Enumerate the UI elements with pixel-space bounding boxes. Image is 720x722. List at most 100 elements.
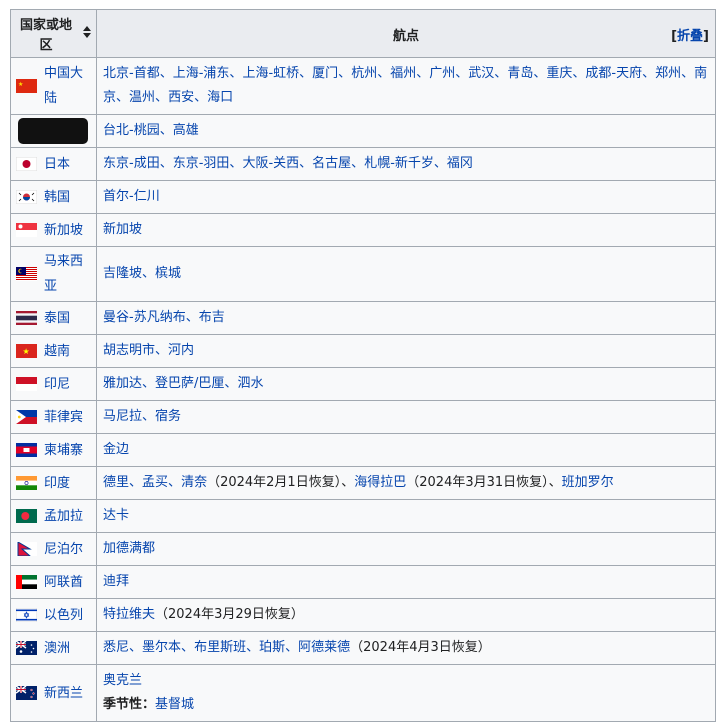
destination-link[interactable]: 迪拜 <box>103 574 129 589</box>
collapse-link[interactable]: 折叠 <box>677 29 703 44</box>
destination-link[interactable]: 武汉 <box>468 66 494 81</box>
destination-link[interactable]: 名古屋 <box>312 156 351 171</box>
country-link[interactable]: 澳洲 <box>44 636 70 661</box>
destination-link[interactable]: 达卡 <box>103 508 129 523</box>
country-cell <box>10 114 97 148</box>
country-cell: 尼泊尔 <box>10 532 97 566</box>
separator: 、 <box>229 156 243 171</box>
country-cell: 印尼 <box>10 367 97 401</box>
destination-link[interactable]: 河内 <box>168 343 194 358</box>
separator: 、 <box>168 475 182 490</box>
table-row: 新西兰 奥克兰 季节性：基督城 <box>10 664 716 722</box>
destination-link[interactable]: 孟买 <box>142 475 168 490</box>
destination-link[interactable]: 加德满都 <box>103 541 155 556</box>
destination-link[interactable]: 福州 <box>390 66 416 81</box>
table-row: 台北-桃园、高雄 <box>10 114 716 148</box>
country-link[interactable]: 泰国 <box>44 306 70 331</box>
destination-link[interactable]: 胡志明市 <box>103 343 155 358</box>
country-link[interactable]: 新西兰 <box>44 681 83 706</box>
destination-link[interactable]: 重庆 <box>546 66 572 81</box>
country-link[interactable]: 印度 <box>44 471 70 496</box>
destination-link[interactable]: 西安 <box>168 90 194 105</box>
destination-link[interactable]: 布里斯班 <box>194 640 246 655</box>
country-link[interactable]: 阿联酋 <box>44 570 83 595</box>
resume-date-note: （2024年4月3日恢复） <box>350 640 491 655</box>
country-link[interactable]: 马来西亚 <box>44 249 93 299</box>
destination-link[interactable]: 德里 <box>103 475 129 490</box>
destination-link[interactable]: 珀斯 <box>259 640 285 655</box>
destination-link[interactable]: 布吉 <box>199 310 225 325</box>
country-link[interactable]: 以色列 <box>44 603 83 628</box>
destination-link[interactable]: 海得拉巴 <box>354 475 406 490</box>
separator: 、 <box>377 66 391 81</box>
destination-link[interactable]: 悉尼 <box>103 640 129 655</box>
destination-link[interactable]: 成都-天府 <box>585 66 642 81</box>
destination-link[interactable]: 新加坡 <box>103 222 142 237</box>
japan-flag-icon <box>16 157 37 171</box>
routes-column-header: 航点 [折叠] <box>96 9 716 58</box>
destination-link[interactable]: 上海-浦东 <box>173 66 230 81</box>
country-cell: ★ 越南 <box>10 334 97 368</box>
destination-link[interactable]: 大阪-关西 <box>242 156 299 171</box>
destination-link[interactable]: 清奈 <box>181 475 207 490</box>
destination-link[interactable]: 温州 <box>129 90 155 105</box>
country-link[interactable]: 越南 <box>44 339 70 364</box>
destination-link[interactable]: 青岛 <box>507 66 533 81</box>
destination-link[interactable]: 首尔-仁川 <box>103 189 160 204</box>
country-link[interactable]: 孟加拉 <box>44 504 83 529</box>
destination-link[interactable]: 墨尔本 <box>142 640 181 655</box>
korea-flag-icon <box>16 190 37 204</box>
destination-link[interactable]: 厦门 <box>312 66 338 81</box>
destination-link[interactable]: 槟城 <box>155 266 181 281</box>
destination-link[interactable]: 海口 <box>207 90 233 105</box>
destination-link[interactable]: 登巴萨/巴厘 <box>155 376 224 391</box>
routes-cell: 胡志明市、河内 <box>96 334 716 368</box>
destination-link[interactable]: 雅加达 <box>103 376 142 391</box>
sort-icon[interactable] <box>83 26 91 38</box>
philippines-flag-icon <box>16 410 37 424</box>
country-link[interactable]: 尼泊尔 <box>44 537 83 562</box>
country-link[interactable]: 菲律宾 <box>44 405 83 430</box>
destination-link[interactable]: 吉隆坡 <box>103 266 142 281</box>
destination-link[interactable]: 曼谷-苏凡纳布 <box>103 310 186 325</box>
destination-link[interactable]: 宿务 <box>155 409 181 424</box>
destination-link[interactable]: 台北-桃园 <box>103 123 160 138</box>
country-column-header[interactable]: 国家或地区 <box>10 9 97 58</box>
country-link[interactable]: 韩国 <box>44 185 70 210</box>
china-flag-icon: ★ <box>16 79 37 93</box>
destination-link[interactable]: 班加罗尔 <box>562 475 614 490</box>
destination-link[interactable]: 泗水 <box>237 376 263 391</box>
routes-cell: 加德满都 <box>96 532 716 566</box>
country-link[interactable]: 印尼 <box>44 372 70 397</box>
destination-link[interactable]: 上海-虹桥 <box>242 66 299 81</box>
destination-link[interactable]: 马尼拉 <box>103 409 142 424</box>
destination-link[interactable]: 金边 <box>103 442 129 457</box>
table-row: 菲律宾 马尼拉、宿务 <box>10 400 716 434</box>
destination-link[interactable]: 郑州 <box>655 66 681 81</box>
separator: 、 <box>299 66 313 81</box>
destination-link[interactable]: 奥克兰 <box>103 673 142 688</box>
country-link[interactable]: 新加坡 <box>44 218 83 243</box>
destination-link[interactable]: 福冈 <box>447 156 473 171</box>
country-cell: ★ 中国大陆 <box>10 57 97 115</box>
country-link[interactable]: 柬埔寨 <box>44 438 83 463</box>
seasonal-destination-link[interactable]: 基督城 <box>155 697 194 712</box>
destination-link[interactable]: 东京-成田 <box>103 156 160 171</box>
destination-link[interactable]: 特拉维夫 <box>103 607 155 622</box>
separator: 、 <box>572 66 586 81</box>
separator: 、 <box>285 640 299 655</box>
routes-cell: 台北-桃园、高雄 <box>96 114 716 148</box>
destination-link[interactable]: 杭州 <box>351 66 377 81</box>
country-link[interactable]: 中国大陆 <box>44 61 93 111</box>
destination-link[interactable]: 北京-首都 <box>103 66 160 81</box>
destination-link[interactable]: 高雄 <box>173 123 199 138</box>
separator: 、 <box>455 66 469 81</box>
destination-link[interactable]: 东京-羽田 <box>173 156 230 171</box>
destination-link[interactable]: 阿德莱德 <box>298 640 350 655</box>
country-link[interactable]: 日本 <box>44 152 70 177</box>
destination-link[interactable]: 广州 <box>429 66 455 81</box>
country-column-label: 国家或地区 <box>19 18 72 53</box>
destination-link[interactable]: 札幌-新千岁 <box>364 156 434 171</box>
collapse-toggle[interactable]: [折叠] <box>671 25 709 44</box>
table-header-row: 国家或地区 航点 [折叠] <box>10 9 716 58</box>
